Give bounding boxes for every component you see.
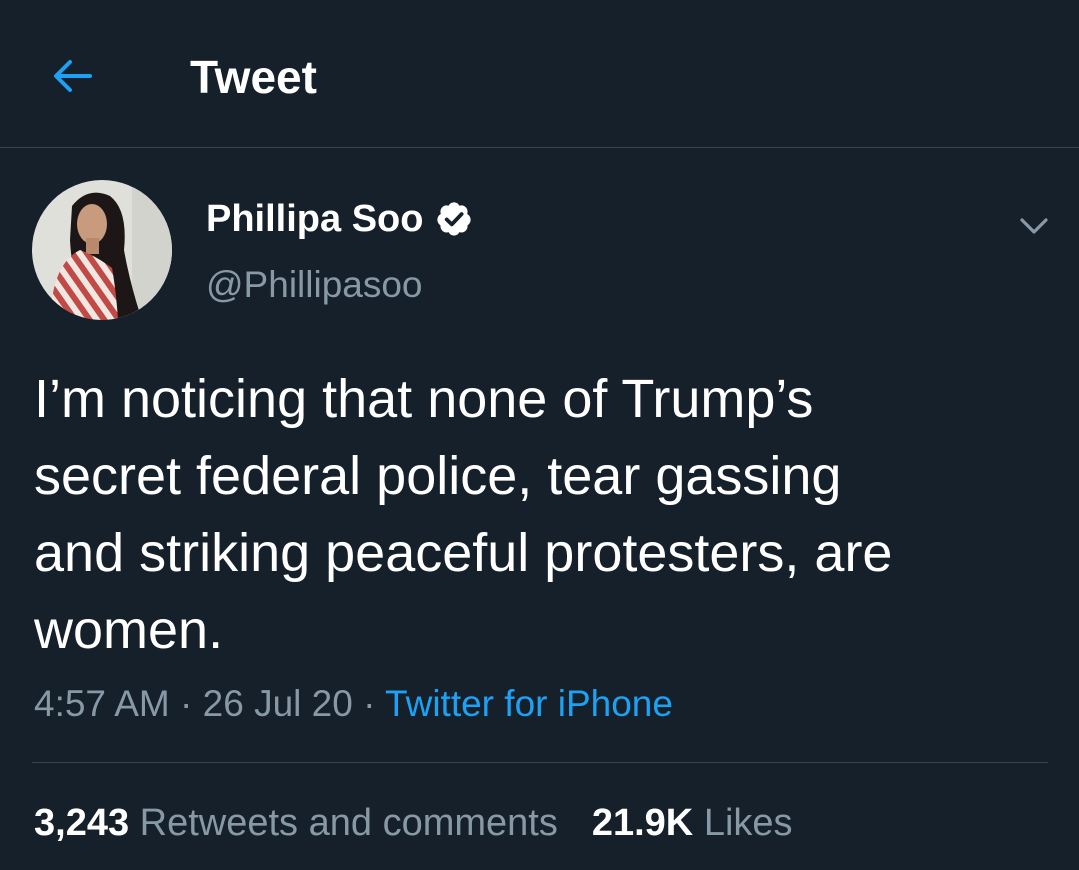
- tweet-source-link[interactable]: Twitter for iPhone: [385, 683, 673, 724]
- meta-separator: ·: [352, 683, 386, 724]
- author-name[interactable]: Phillipa Soo: [206, 194, 423, 244]
- tweet-detail: Phillipa Soo @Phillipasoo I’m noticing t…: [0, 148, 1079, 870]
- meta-separator: ·: [169, 683, 203, 724]
- top-app-bar: Tweet: [0, 0, 1079, 148]
- likes-label: Likes: [703, 802, 793, 844]
- likes-stat[interactable]: 21.9K Likes: [592, 802, 793, 844]
- retweets-stat[interactable]: 3,243 Retweets and comments: [34, 802, 558, 844]
- avatar[interactable]: [32, 180, 172, 320]
- chevron-down-icon: [1020, 218, 1048, 234]
- back-button[interactable]: [48, 52, 96, 100]
- page-title: Tweet: [190, 51, 317, 103]
- profile-photo: [32, 180, 172, 320]
- likes-count: 21.9K: [591, 802, 694, 844]
- tweet-date[interactable]: 26 Jul 20: [203, 683, 353, 724]
- tweet-options-button[interactable]: [1014, 206, 1054, 246]
- retweets-label: Retweets and comments: [139, 802, 558, 844]
- divider: [32, 762, 1048, 763]
- tweet-metadata: 4:57 AM · 26 Jul 20 · Twitter for iPhone: [34, 681, 673, 727]
- author-handle[interactable]: @Phillipasoo: [206, 262, 423, 308]
- tweet-text: I’m noticing that none of Trump’s secret…: [34, 369, 893, 660]
- tweet-time[interactable]: 4:57 AM: [34, 683, 170, 724]
- retweets-count: 3,243: [34, 802, 130, 844]
- verified-badge-icon: [437, 202, 472, 236]
- author-name-row: Phillipa Soo: [206, 194, 473, 244]
- arrow-left-icon: [54, 60, 92, 92]
- tweet-stats: 3,243 Retweets and comments 21.9K Likes: [34, 800, 793, 846]
